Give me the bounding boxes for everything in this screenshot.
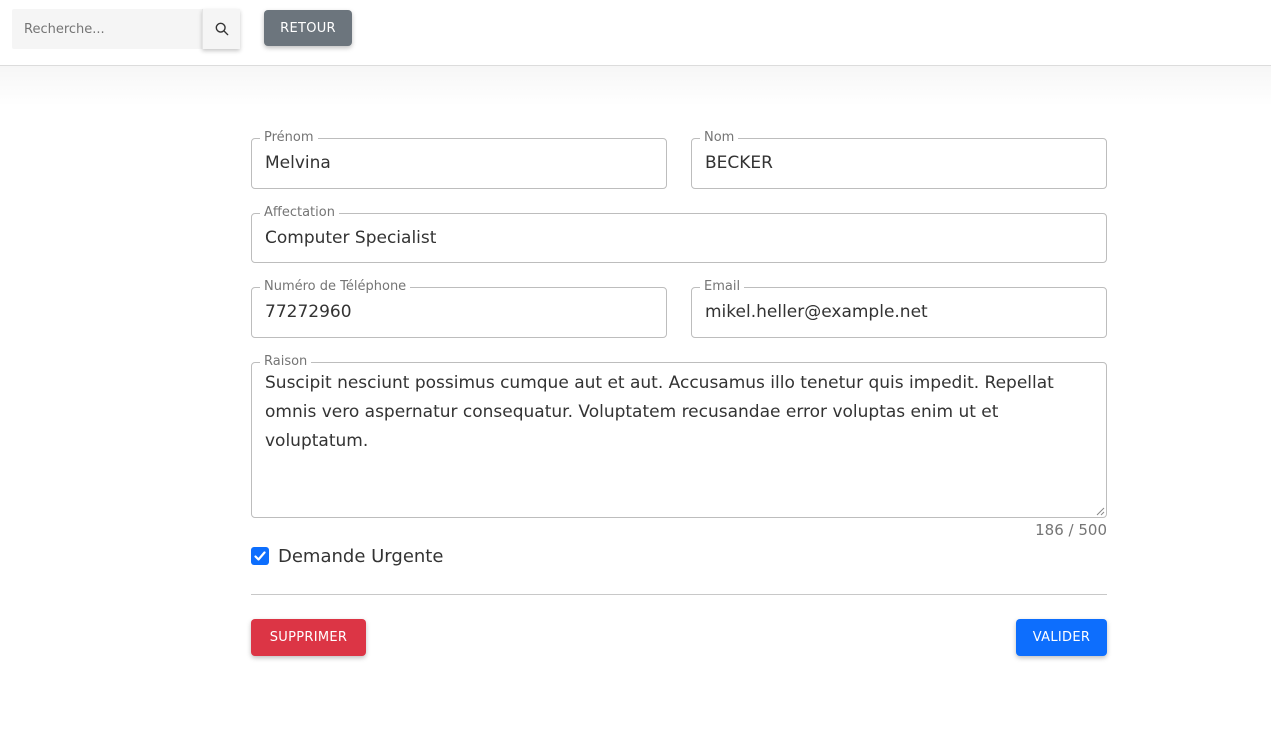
assignment-field[interactable]: Affectation Computer Specialist (251, 205, 1107, 263)
phone-value: 77272960 (265, 302, 352, 322)
resize-handle-icon[interactable] (1096, 507, 1105, 516)
first-name-field[interactable]: Prénom Melvina (251, 130, 667, 189)
header-shadow (0, 66, 1271, 106)
top-bar: RETOUR (0, 0, 1271, 66)
urgent-checkbox[interactable] (251, 547, 269, 565)
last-name-label: Nom (700, 130, 739, 146)
email-label: Email (700, 279, 745, 295)
last-name-field[interactable]: Nom BECKER (691, 130, 1107, 189)
last-name-value: BECKER (705, 153, 773, 173)
search-bar (12, 9, 241, 49)
email-field[interactable]: Email mikel.heller@example.net (691, 279, 1107, 338)
search-icon (215, 22, 228, 36)
search-input[interactable] (12, 9, 202, 49)
assignment-value: Computer Specialist (265, 228, 437, 248)
form-divider (251, 594, 1107, 595)
email-value: mikel.heller@example.net (705, 302, 928, 322)
reason-textarea[interactable]: Raison Suscipit nesciunt possimus cumque… (251, 354, 1107, 518)
assignment-label: Affectation (260, 205, 339, 221)
urgent-checkbox-row[interactable]: Demande Urgente (251, 544, 443, 568)
validate-button[interactable]: VALIDER (1016, 619, 1107, 656)
urgent-checkbox-label[interactable]: Demande Urgente (278, 546, 443, 567)
delete-button[interactable]: SUPPRIMER (251, 619, 366, 656)
check-icon (254, 551, 266, 561)
back-button[interactable]: RETOUR (264, 10, 352, 46)
first-name-value: Melvina (265, 153, 331, 173)
search-button[interactable] (202, 9, 240, 49)
first-name-label: Prénom (260, 130, 318, 146)
reason-value: Suscipit nesciunt possimus cumque aut et… (265, 373, 1054, 451)
character-counter: 186 / 500 (1035, 521, 1107, 539)
phone-field[interactable]: Numéro de Téléphone 77272960 (251, 279, 667, 338)
phone-label: Numéro de Téléphone (260, 279, 411, 295)
reason-label: Raison (260, 354, 312, 370)
